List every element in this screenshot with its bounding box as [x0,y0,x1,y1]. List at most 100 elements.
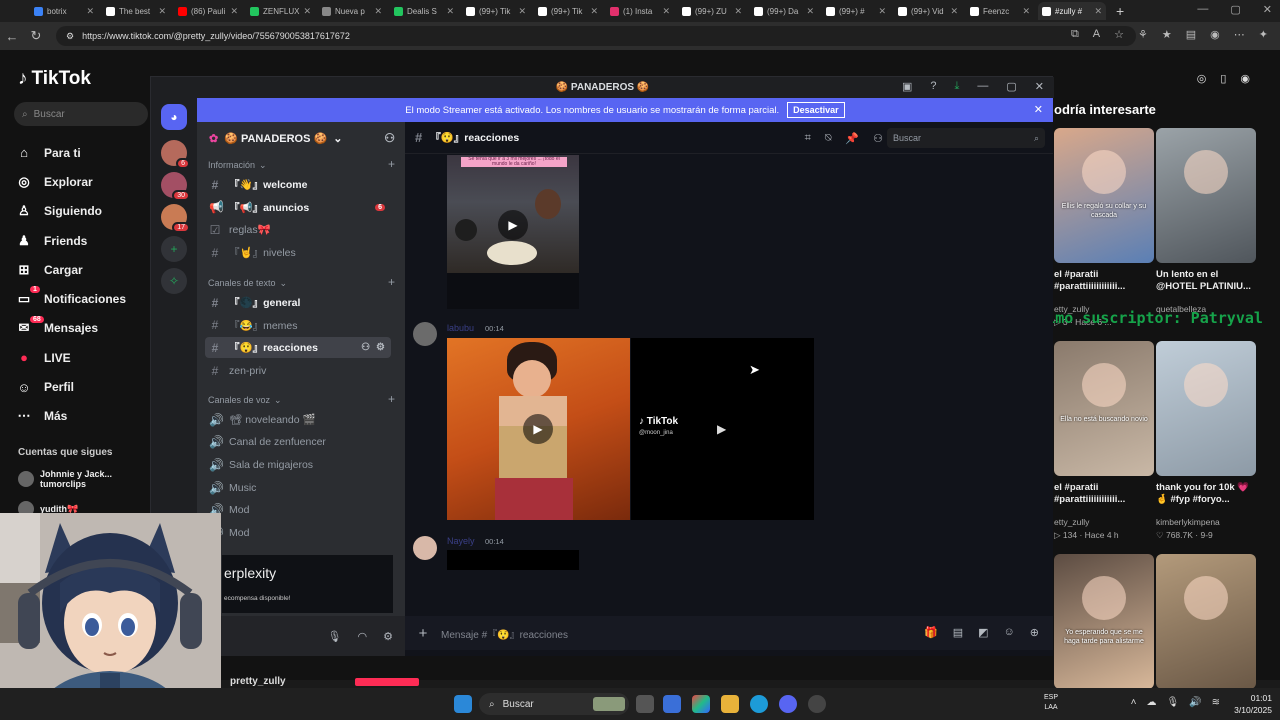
suggested-video-thumbnail[interactable] [1156,128,1256,263]
channel-channels_text-3[interactable]: # zen-priv [205,360,391,381]
server-header[interactable]: ✿ 🍪 PANADEROS 🍪 ⌄ ⚇ [197,122,405,154]
video-caption[interactable]: el #paratii #parattiiiiiiiiiiii... [1054,269,1154,294]
close-icon[interactable]: ✕ [1094,6,1102,17]
play-icon[interactable]: ▶ [717,422,726,436]
browser-tab[interactable]: (99+) Da ✕ [750,2,818,20]
close-icon[interactable]: ✕ [1022,6,1030,17]
disable-streamer-mode-button[interactable]: Desactivar [787,102,845,118]
download-icon[interactable]: ⤓ [955,80,960,93]
category-info[interactable]: Información ⌄ [208,160,267,171]
browser-tab[interactable]: ZENFLUX ✕ [246,2,314,20]
pin-icon[interactable]: 📌 [845,132,859,145]
apps-icon[interactable]: ⊕ [1030,626,1039,639]
headphones-icon[interactable]: ◠ [358,630,368,643]
following-account[interactable]: Johnnie y Jack... tumorclips [18,469,112,489]
perplexity-promo[interactable]: erplexity ecompensa disponible! [222,555,393,613]
channel-channels_voice-1[interactable]: 🔊 Canal de zenfuencer [205,432,391,453]
close-icon[interactable]: ✕ [230,6,238,17]
new-tab-button[interactable]: + [1116,3,1124,19]
member-list-icon[interactable]: ⚇ [873,132,883,145]
tiktok-nav-5[interactable]: ▭ Notificaciones 1 [16,284,126,313]
channel-channels_voice-3[interactable]: 🔊 Music [205,477,391,498]
phone-icon[interactable]: ▯ [1220,72,1226,85]
settings-gear-icon[interactable]: ⚙ [376,342,385,353]
language-indicator[interactable]: ESP LAA [1044,693,1058,713]
browser-tab[interactable]: Nueva p ✕ [318,2,386,20]
suggested-video-thumbnail[interactable] [1156,554,1256,689]
windows-start-icon[interactable] [454,695,472,713]
browser-tab[interactable]: botrix ✕ [30,2,98,20]
settings-gear-icon[interactable]: ⚙ [383,630,393,643]
video-author[interactable]: etty_zully [1054,517,1089,527]
invite-icon[interactable]: ⚇ [384,131,395,145]
discover-button[interactable]: ✧ [161,268,187,294]
file-explorer-icon[interactable] [721,695,739,713]
tiktok-nav-6[interactable]: ✉ Mensajes 68 [16,314,126,343]
onedrive-icon[interactable]: ☁ [1146,697,1156,708]
taskbar-search[interactable]: ⌕ Buscar [479,693,629,715]
close-icon[interactable]: ✕ [303,6,311,17]
discord-taskbar-icon[interactable] [779,695,797,713]
channel-channels_text-0[interactable]: # 『🌑』general [205,292,391,313]
attach-plus-icon[interactable]: + [405,625,441,642]
reload-icon[interactable]: ↻ [24,28,48,44]
browser-tab[interactable]: (99+) ZU ✕ [678,2,746,20]
browser-tab[interactable]: (99+) # ✕ [822,2,890,20]
close-icon[interactable]: ✕ [806,6,814,17]
video-embed[interactable]: ▶ [447,338,630,520]
chevron-up-icon[interactable]: ˄ [1131,697,1137,708]
close-icon[interactable]: ✕ [446,6,454,17]
minimize-icon[interactable]: — [1197,3,1208,16]
copilot-icon[interactable]: ✦ [1259,28,1268,41]
copilot-icon[interactable] [692,695,710,713]
bookmark-star-icon[interactable]: ☆ [1114,28,1124,41]
server-icon[interactable]: 30 [161,172,190,201]
address-bar[interactable]: ⚙ https://www.tiktok.com/@pretty_zully/v… [56,26,1136,46]
channel-channels_info-1[interactable]: 📢 『📢』anuncios 6 [205,197,391,218]
minimize-icon[interactable]: — [977,80,988,93]
suggested-video-thumbnail[interactable]: Ellis le regaló su collar y su cascada [1054,128,1154,263]
collections-icon[interactable]: ▤ [1186,28,1196,41]
close-icon[interactable]: ✕ [1035,80,1044,93]
video-caption[interactable]: thank you for 10k 💗 🤞 #fyp #foryo... [1156,482,1256,507]
browser-tab[interactable]: (1) Insta ✕ [606,2,674,20]
channel-channels_info-2[interactable]: ☑ reglas🎀 [205,219,391,240]
close-icon[interactable]: ✕ [1263,3,1272,16]
server-icon[interactable]: 6 [161,140,190,169]
suggested-video-thumbnail[interactable]: Ella no está buscando novio [1054,341,1154,476]
create-channel-icon[interactable]: + [388,157,395,171]
store-icon[interactable] [663,695,681,713]
close-icon[interactable]: ✕ [734,6,742,17]
add-server-button[interactable]: + [161,236,187,262]
notification-bell-off-icon[interactable]: ⍉ [825,132,832,145]
message-author[interactable]: Nayely [447,536,475,546]
coins-icon[interactable]: ◎ [1197,72,1207,85]
translate-icon[interactable]: A [1093,28,1100,41]
site-info-icon[interactable]: ⚙ [66,31,74,42]
video-author-name[interactable]: pretty_zully [230,676,286,687]
channel-channels_info-3[interactable]: # 『🤘』niveles [205,242,391,263]
channel-channels_voice-4[interactable]: 🔊 Mod [205,500,391,521]
close-icon[interactable]: ✕ [950,6,958,17]
close-icon[interactable]: ✕ [374,6,382,17]
sticker-icon[interactable]: ◩ [978,626,988,639]
channel-channels_info-0[interactable]: # 『👋』welcome [205,174,391,195]
channel-channels_voice-5[interactable]: 🔊Mod [205,523,391,544]
browser-tab[interactable]: (86) Pauli ✕ [174,2,242,20]
channel-channels_text-1[interactable]: # 『😂』memes [205,315,391,336]
browser-tab[interactable]: (99+) Tik ✕ [462,2,530,20]
tiktok-nav-3[interactable]: ♟ Friends [16,226,126,255]
add-member-icon[interactable]: ⚇ [361,342,370,353]
avatar[interactable] [413,322,437,346]
play-icon[interactable]: ▶ [523,414,553,444]
maximize-icon[interactable]: ▢ [1230,3,1240,16]
close-icon[interactable]: ✕ [878,6,886,17]
tiktok-search-input[interactable]: ⌕ Buscar [14,102,148,126]
browser-tab[interactable]: (99+) Tik ✕ [534,2,602,20]
discord-home-button[interactable]: ◕ [161,104,187,130]
threads-icon[interactable]: ⌗ [805,132,811,145]
task-view-icon[interactable] [636,695,654,713]
browser-tab[interactable]: Feenzc ✕ [966,2,1034,20]
server-icon[interactable]: 17 [161,204,190,233]
gift-icon[interactable]: 🎁 [924,626,938,639]
